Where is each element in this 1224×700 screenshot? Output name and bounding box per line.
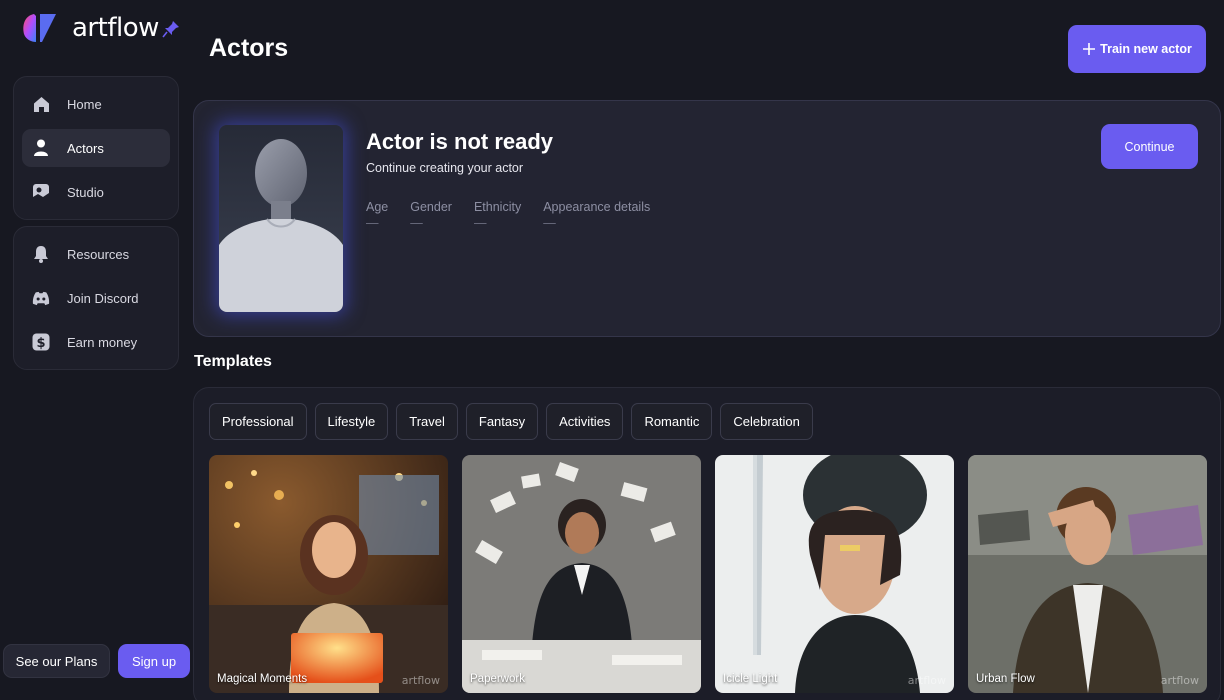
sidebar-item-label: Actors [67,140,104,156]
artflow-logo-icon [23,14,56,42]
category-chip-romantic[interactable]: Romantic [631,403,713,440]
attr-appearance: Appearance details — [543,200,650,230]
studio-icon [32,183,50,201]
sidebar-footer: See our Plans Sign up [3,644,190,678]
attr-value: — [366,216,379,230]
actor-placeholder-image [219,125,343,312]
actor-status-card: Actor is not ready Continue creating you… [193,100,1221,337]
template-image [715,455,954,693]
train-new-actor-button[interactable]: Train new actor [1068,25,1206,73]
discord-icon [32,289,50,307]
attr-label: Ethnicity [473,200,522,214]
logo-text: artflow [72,13,159,43]
template-card[interactable]: Icicle Light artflow [715,455,954,693]
attr-value: — [543,216,556,230]
bell-icon [32,245,50,263]
sidebar-item-earn-money[interactable]: $ Earn money [22,323,170,361]
dollar-icon: $ [32,333,50,351]
home-icon [32,95,50,113]
template-watermark: artflow [401,674,440,687]
actor-status-title: Actor is not ready [366,129,554,154]
attr-value: — [410,216,423,230]
sidebar-item-label: Resources [67,246,130,262]
template-image [462,455,701,693]
sidebar-item-actors[interactable]: Actors [22,129,170,167]
template-watermark: artflow [1160,674,1199,687]
sidebar-item-discord[interactable]: Join Discord [22,279,170,317]
category-chip-professional[interactable]: Professional [209,403,307,440]
template-categories: Professional Lifestyle Travel Fantasy Ac… [209,403,813,440]
train-new-actor-label: Train new actor [1100,42,1192,56]
template-image [968,455,1207,693]
plus-icon [1083,43,1096,55]
template-image [209,455,448,693]
attr-gender: Gender — [410,200,452,230]
category-chip-travel[interactable]: Travel [396,403,458,440]
category-chip-activities[interactable]: Activities [546,403,624,440]
sidebar-item-label: Home [67,96,102,112]
actor-status-subtitle: Continue creating your actor [366,161,524,175]
svg-text:$: $ [36,336,45,351]
category-chip-fantasy[interactable]: Fantasy [465,403,539,440]
template-card-label: Paperwork [470,673,525,685]
template-card[interactable]: Magical Moments artflow [209,455,448,693]
template-card-label: Urban Flow [976,673,1035,685]
actor-attributes: Age — Gender — Ethnicity — Appearance de… [366,200,672,230]
sidebar-item-label: Studio [67,184,104,200]
continue-button[interactable]: Continue [1101,124,1198,169]
sidebar-item-label: Earn money [67,334,138,350]
templates-heading: Templates [194,353,272,370]
attr-age: Age — [366,200,388,230]
template-watermark: artflow [907,674,946,687]
page-title: Actors [209,34,289,62]
see-plans-button[interactable]: See our Plans [3,644,110,678]
template-card[interactable]: Urban Flow artflow [968,455,1207,693]
sidebar-item-studio[interactable]: Studio [22,173,170,211]
category-chip-lifestyle[interactable]: Lifestyle [314,403,389,440]
sidebar-item-label: Join Discord [67,290,139,306]
user-icon [32,139,50,157]
template-card[interactable]: Paperwork [462,455,701,693]
template-card-label: Icicle Light [723,673,778,685]
main-nav: Home Actors Studio [13,76,179,220]
attr-value: — [473,216,487,230]
template-cards: Magical Moments artflow Paperwork Icicle… [209,455,1207,693]
secondary-nav: Resources Join Discord $ Earn money [13,226,179,370]
logo[interactable]: artflow [20,12,159,44]
sidebar: artflow Home Actors Studio Resources Joi… [0,0,193,700]
pin-icon[interactable] [162,20,180,38]
category-chip-celebration[interactable]: Celebration [720,403,813,440]
sign-up-button[interactable]: Sign up [118,644,190,678]
attr-label: Age [366,200,389,214]
attr-label: Gender [410,200,452,214]
sidebar-item-home[interactable]: Home [22,85,170,123]
sidebar-item-resources[interactable]: Resources [22,235,170,273]
attr-ethnicity: Ethnicity — [474,200,521,230]
attr-label: Appearance details [543,200,651,214]
template-card-label: Magical Moments [217,673,308,685]
